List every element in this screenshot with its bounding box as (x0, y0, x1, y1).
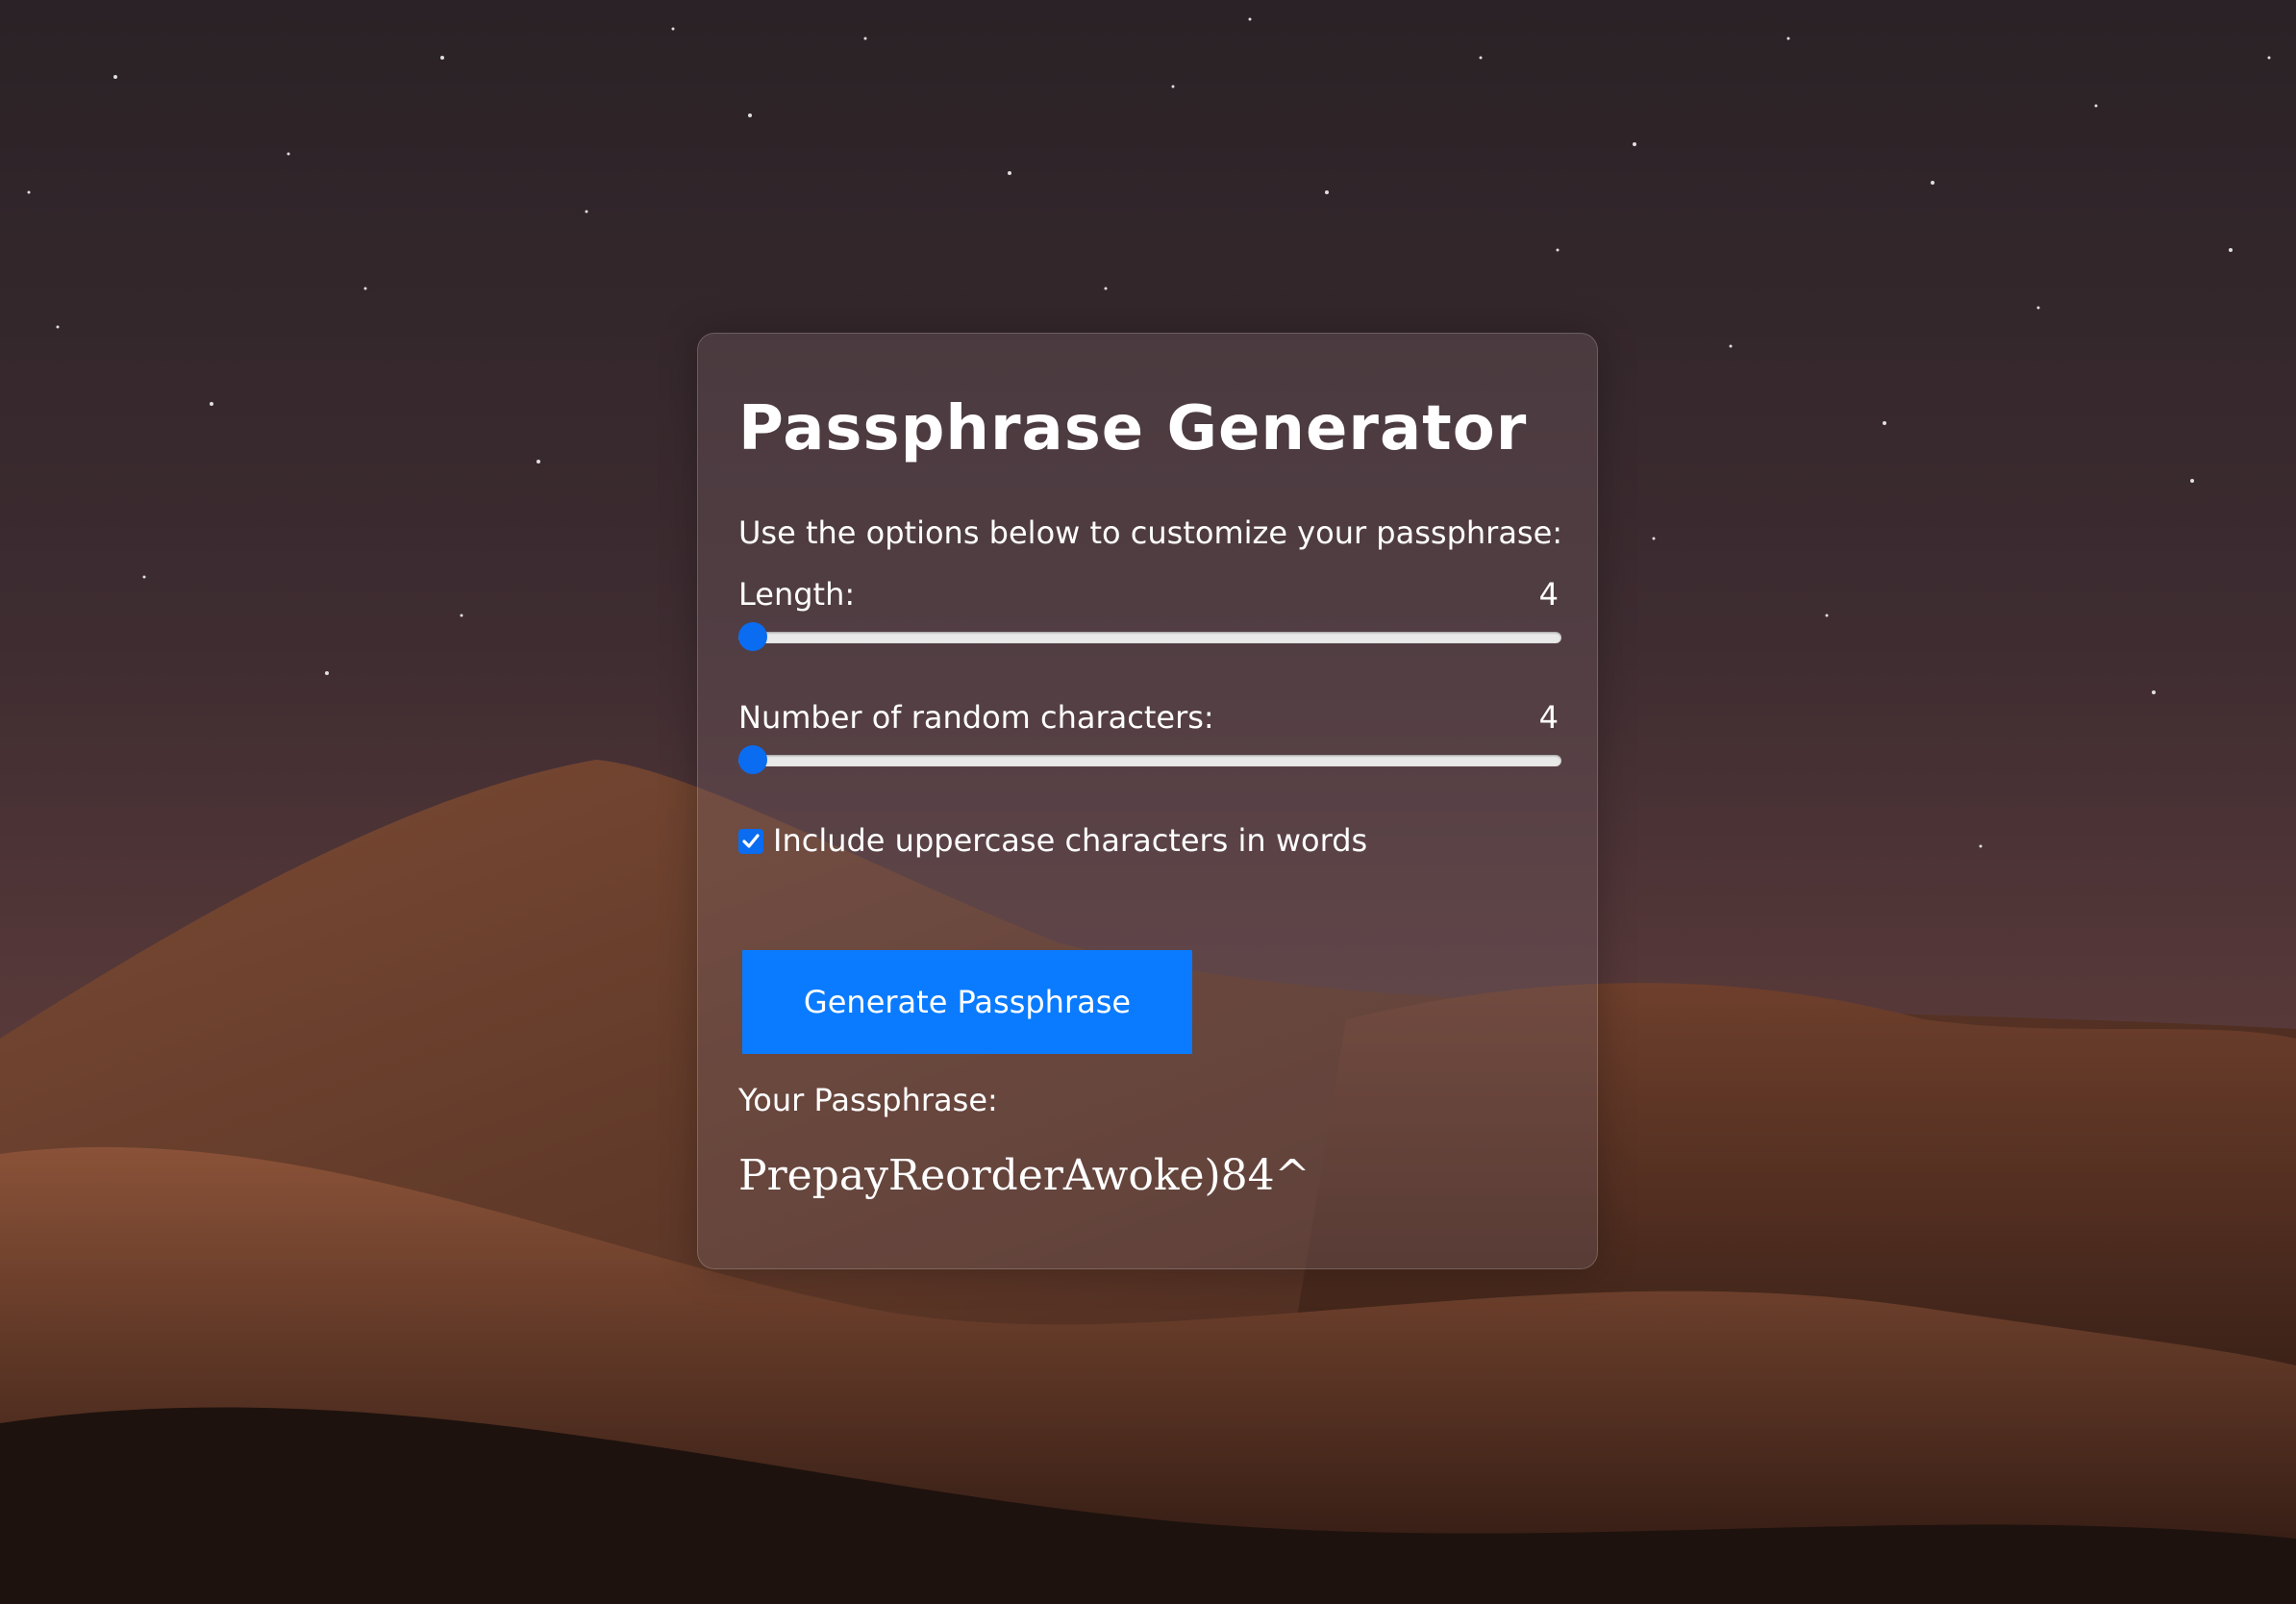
random-chars-slider-track[interactable] (738, 755, 1561, 766)
generate-passphrase-button[interactable]: Generate Passphrase (742, 950, 1192, 1054)
length-slider-thumb[interactable] (738, 622, 767, 651)
passphrase-result-value: PrepayReorderAwoke)84^ (738, 1151, 1310, 1200)
page-title: Passphrase Generator (738, 393, 1528, 464)
generator-panel: Passphrase Generator Use the options bel… (697, 333, 1598, 1269)
random-chars-slider[interactable] (738, 745, 1561, 774)
uppercase-checkbox[interactable] (738, 829, 763, 854)
random-chars-label: Number of random characters: (738, 699, 1214, 736)
uppercase-checkbox-label[interactable]: Include uppercase characters in words (773, 822, 1367, 859)
length-slider[interactable] (738, 622, 1561, 651)
length-value: 4 (1538, 576, 1559, 613)
instructions-text: Use the options below to customize your … (738, 514, 1563, 551)
length-label: Length: (738, 576, 856, 613)
length-slider-track[interactable] (738, 632, 1561, 643)
random-chars-slider-thumb[interactable] (738, 745, 767, 774)
random-chars-value: 4 (1538, 699, 1559, 736)
check-icon (742, 834, 760, 848)
passphrase-result-label: Your Passphrase: (738, 1082, 998, 1118)
